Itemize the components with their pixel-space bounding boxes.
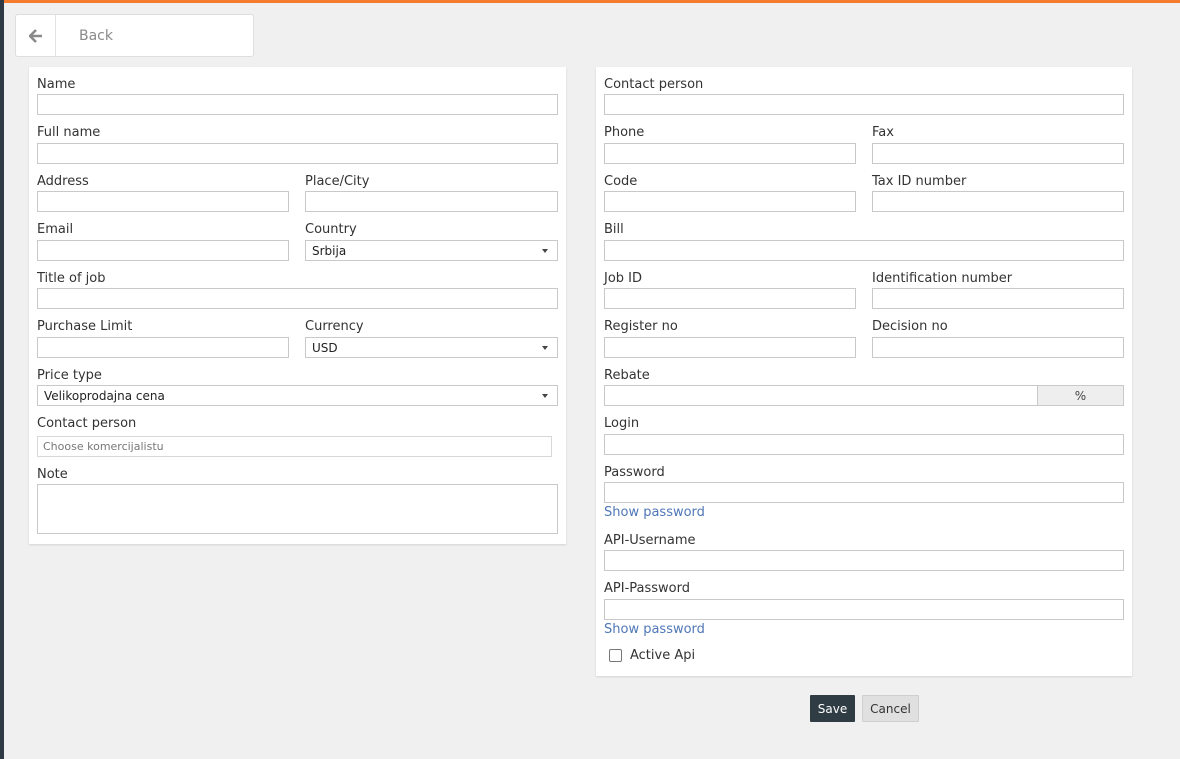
decision-no-label: Decision no [872,319,948,334]
country-value: Srbija [312,243,347,258]
active-api-checkbox[interactable] [609,649,622,662]
decision-no-input[interactable] [872,337,1124,358]
rebate-input[interactable] [604,385,1038,406]
code-input[interactable] [604,191,856,212]
country-label: Country [305,222,357,237]
back-arrow-button[interactable] [16,15,56,56]
email-label: Email [37,222,74,237]
title-of-job-label: Title of job [37,271,106,286]
full-name-label: Full name [37,125,101,140]
purchase-limit-input[interactable] [37,337,289,358]
fax-input[interactable] [872,143,1124,164]
fax-label: Fax [872,125,894,140]
job-id-label: Job ID [604,271,643,286]
full-name-input[interactable] [37,143,558,164]
title-of-job-input[interactable] [37,288,558,309]
bill-label: Bill [604,222,624,237]
show-api-password-link[interactable]: Show password [604,622,705,637]
tax-id-label: Tax ID number [872,174,967,189]
rebate-label: Rebate [604,368,650,383]
left-sidebar-edge [0,0,4,759]
tax-id-input[interactable] [872,191,1124,212]
note-label: Note [37,467,68,482]
job-id-input[interactable] [604,288,856,309]
price-type-select[interactable]: Velikoprodajna cena [37,385,558,406]
price-type-value: Velikoprodajna cena [44,388,165,403]
contact-person-label: Contact person [604,77,704,92]
register-no-input[interactable] [604,337,856,358]
name-input[interactable] [37,94,558,115]
percent-addon: % [1037,385,1124,406]
back-link[interactable]: Back [56,15,113,56]
login-input[interactable] [604,434,1124,455]
place-city-input[interactable] [305,191,558,212]
api-username-input[interactable] [604,550,1124,571]
identification-number-label: Identification number [872,271,1013,286]
identification-number-input[interactable] [872,288,1124,309]
contact-person-label: Contact person [37,416,137,431]
bill-input[interactable] [604,240,1124,261]
address-input[interactable] [37,191,289,212]
api-password-label: API-Password [604,581,690,596]
contact-person-placeholder: Choose komercijalistu [43,440,164,453]
account-details-panel: Contact person Phone Fax Code Tax ID num… [596,67,1132,676]
code-label: Code [604,174,638,189]
active-api-label: Active Api [630,648,696,663]
api-password-input[interactable] [604,599,1124,620]
api-username-label: API-Username [604,533,696,548]
currency-value: USD [312,340,338,355]
save-button[interactable]: Save [810,695,855,722]
phone-input[interactable] [604,143,856,164]
address-label: Address [37,174,89,189]
contact-person-select[interactable]: Choose komercijalistu [37,436,552,457]
customer-details-panel: Name Full name Address Place/City Email … [29,67,566,544]
chevron-down-icon [542,394,548,398]
price-type-label: Price type [37,368,102,383]
currency-label: Currency [305,319,364,334]
place-city-label: Place/City [305,174,370,189]
chevron-down-icon [542,346,548,350]
name-label: Name [37,77,76,92]
login-label: Login [604,416,640,431]
note-textarea[interactable] [37,484,558,534]
back-bar: Back [15,14,254,57]
phone-label: Phone [604,125,645,140]
show-password-link[interactable]: Show password [604,505,705,520]
currency-select[interactable]: USD [305,337,558,358]
register-no-label: Register no [604,319,678,334]
arrow-left-icon [28,28,42,43]
password-input[interactable] [604,482,1124,503]
active-api-row[interactable]: Active Api [609,648,695,663]
contact-person-input[interactable] [604,94,1124,115]
cancel-button[interactable]: Cancel [862,695,919,722]
top-accent-bar [0,0,1180,3]
password-label: Password [604,465,665,480]
email-input[interactable] [37,240,289,261]
country-select[interactable]: Srbija [305,240,558,261]
purchase-limit-label: Purchase Limit [37,319,133,334]
chevron-down-icon [542,249,548,253]
